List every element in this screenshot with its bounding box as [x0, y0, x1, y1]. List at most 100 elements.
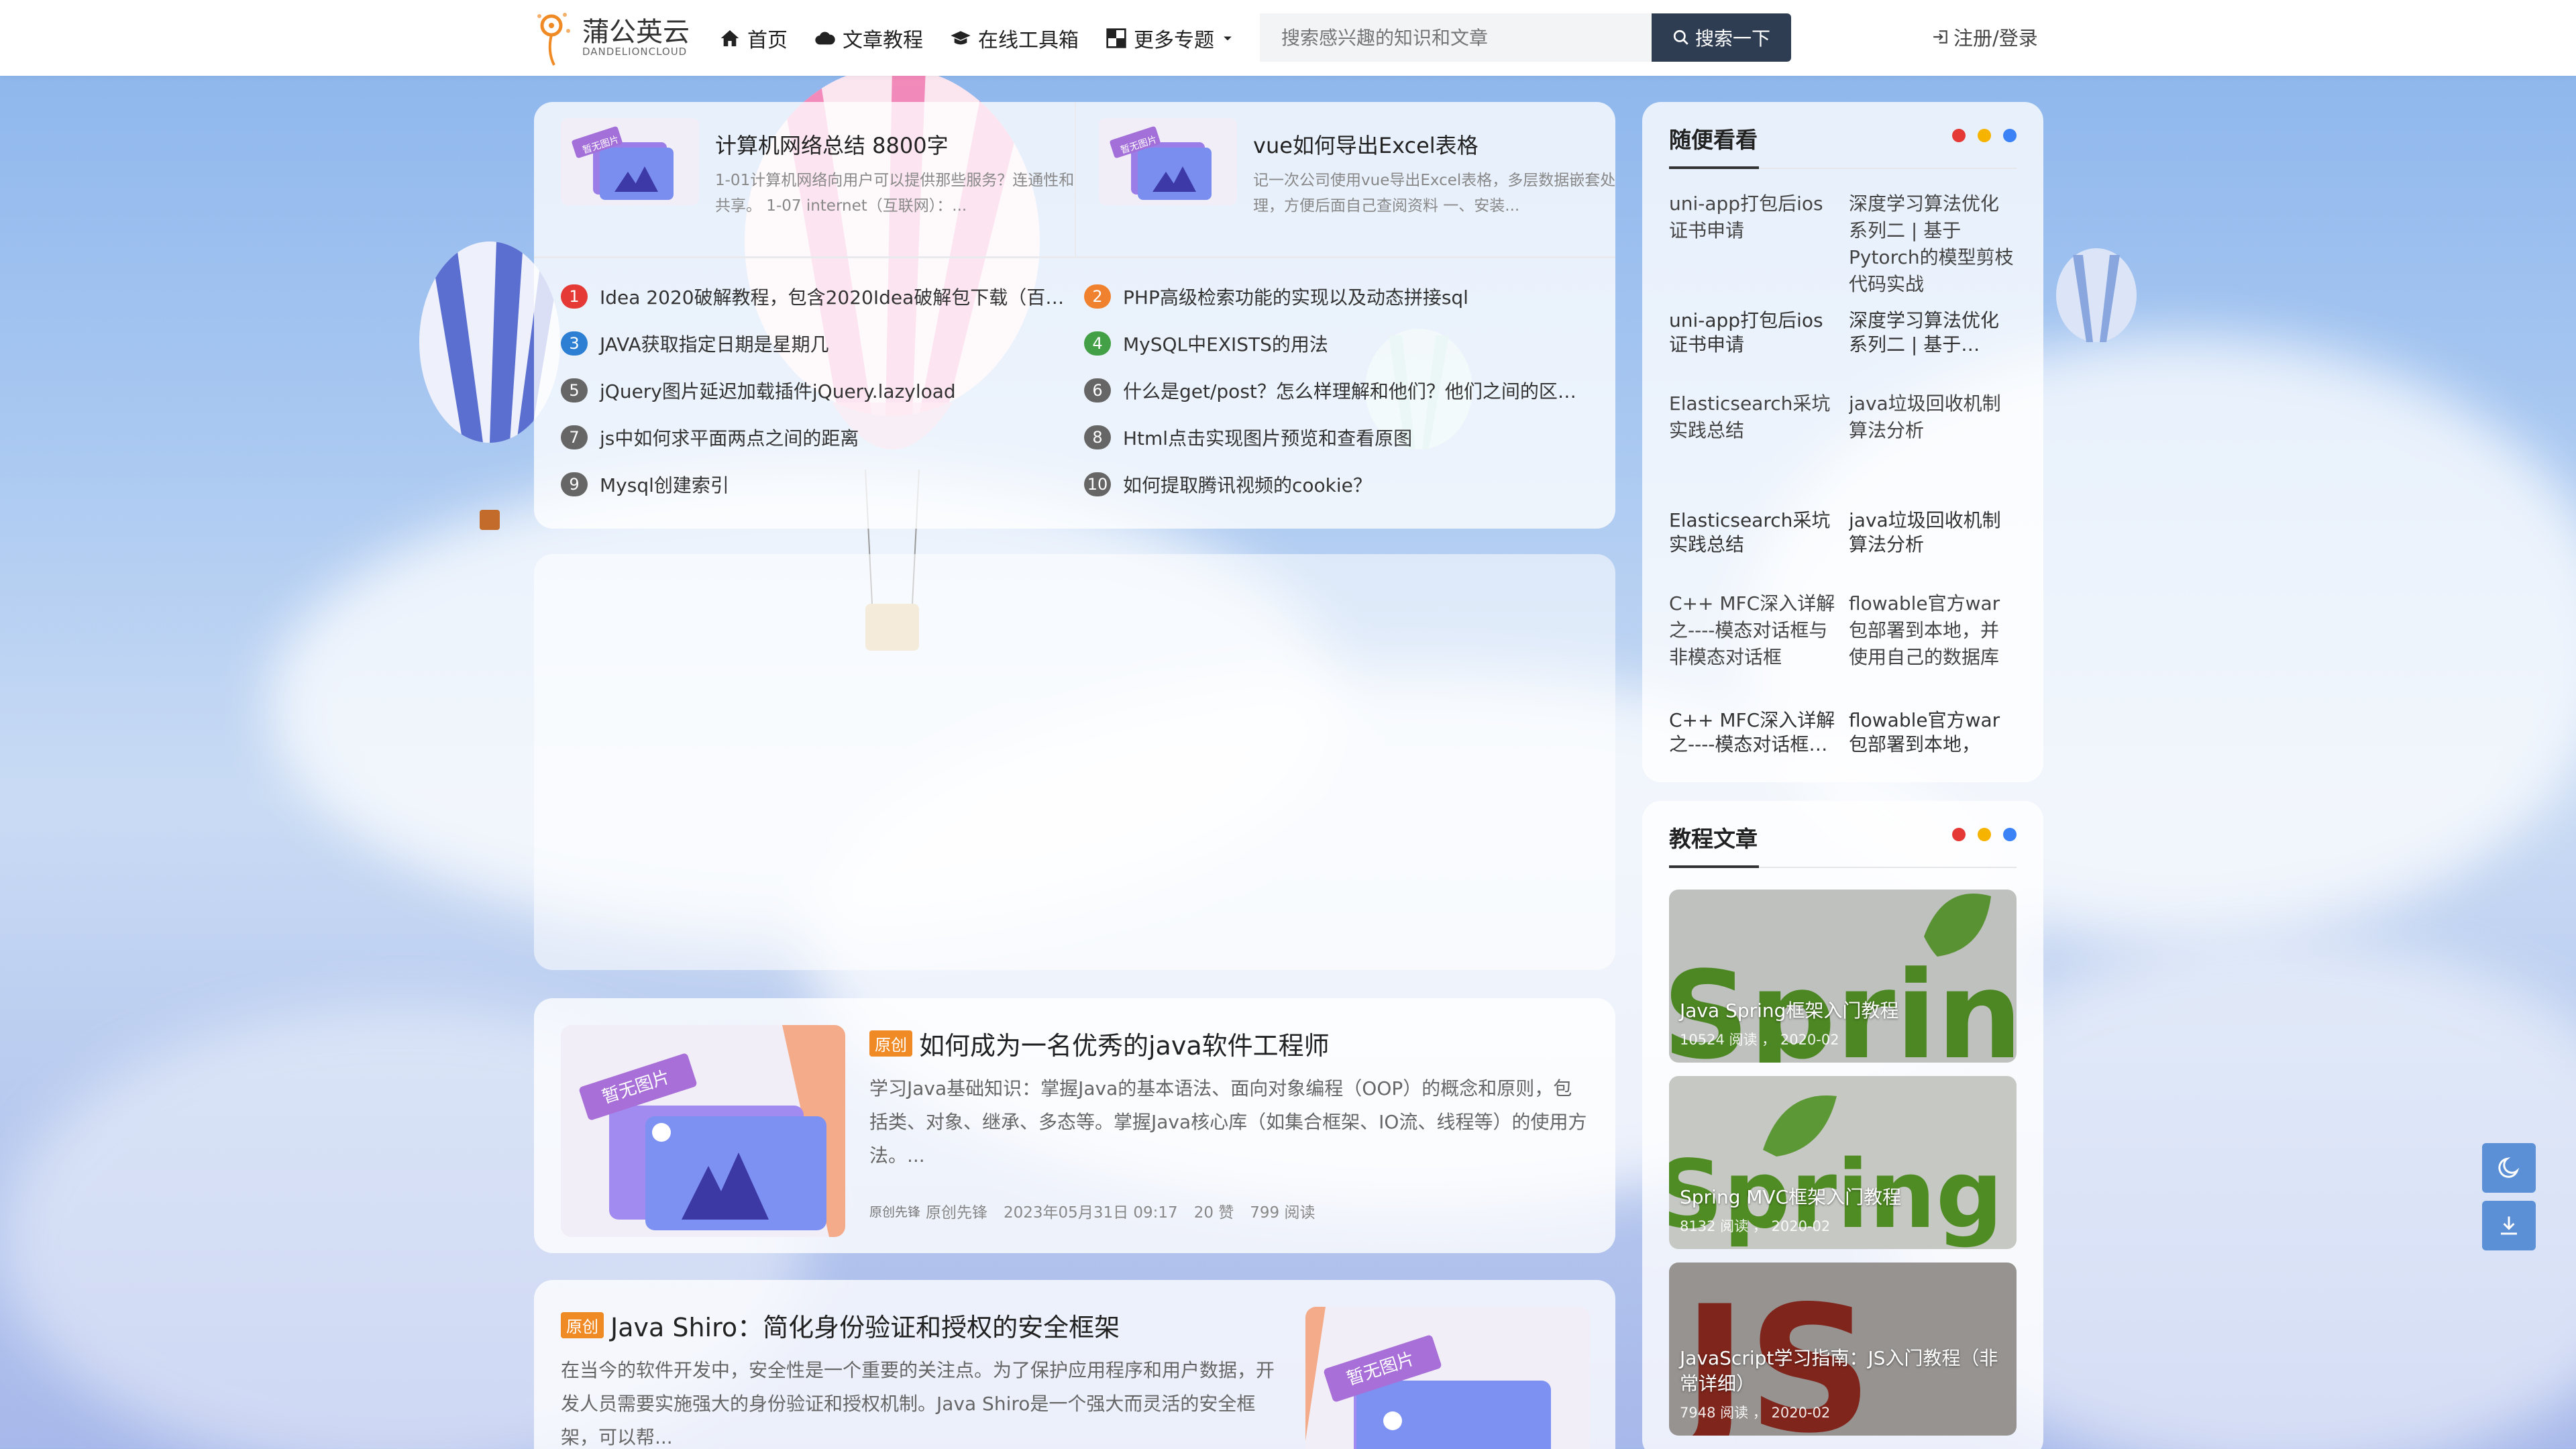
- ranking-item[interactable]: 8 Html点击实现图片预览和查看原图: [1084, 424, 1412, 451]
- random-post-title[interactable]: uni-app打包后ios证书申请: [1669, 309, 1837, 357]
- rank-badge: 1: [561, 284, 588, 309]
- ranking-item[interactable]: 10 如何提取腾讯视频的cookie？: [1084, 471, 1372, 498]
- random-post[interactable]: uni-app打包后ios证书申请 uni-app打包后ios证书申请: [1669, 191, 1837, 392]
- broken-image-alt[interactable]: Elasticsearch采坑实践总结: [1669, 390, 1837, 502]
- ranking-item[interactable]: 3 JAVA获取指定日期是星期几: [561, 330, 829, 357]
- random-post-title[interactable]: java垃圾回收机制算法分析: [1849, 508, 2017, 557]
- tutorial-meta: 8132 阅读 ， 2020-02: [1680, 1218, 1831, 1234]
- random-post[interactable]: Elasticsearch采坑实践总结 Elasticsearch采坑实践总结: [1669, 390, 1837, 592]
- publish-date: 2023年05月31日 09:17: [1004, 1204, 1178, 1222]
- article-thumbnail[interactable]: 暂无图片: [561, 1025, 845, 1237]
- rank-badge: 6: [1084, 378, 1111, 402]
- logo-text: 蒲公英云: [582, 17, 690, 48]
- article-title[interactable]: 原创 如何成为一名优秀的java软件工程师: [869, 1025, 1330, 1062]
- broken-image-alt[interactable]: flowable官方war包部署到本地，并使用自己的数据库: [1849, 590, 2017, 702]
- ranking-item[interactable]: 2 PHP高级检索功能的实现以及动态拼接sql: [1084, 283, 1468, 310]
- site-logo[interactable]: 蒲公英云 DANDELIONCLOUD: [531, 8, 690, 68]
- tutorial-card[interactable]: Spring Java Spring框架入门教程 10524 阅读 ， 2020…: [1669, 890, 2017, 1063]
- article-title-text[interactable]: 如何成为一名优秀的java软件工程师: [919, 1025, 1330, 1062]
- placeholder-image-icon: 暂无图片: [1099, 118, 1237, 205]
- rank-badge: 4: [1084, 331, 1111, 356]
- search-icon: [1673, 30, 1688, 45]
- hot-articles-card: 暂无图片 计算机网络总结 8800字 1-01计算机网络向用户可以提供那些服务？…: [534, 102, 1615, 529]
- ranking-link[interactable]: JAVA获取指定日期是星期几: [600, 330, 829, 357]
- rank-badge: 10: [1084, 472, 1111, 496]
- author[interactable]: 原创先锋 原创先锋: [869, 1199, 987, 1222]
- random-post[interactable]: flowable官方war包部署到本地，并使用自己的数据库 flowable官方w…: [1849, 590, 2017, 792]
- ranking-link[interactable]: 如何提取腾讯视频的cookie？: [1123, 471, 1372, 498]
- nav-more-label: 更多专题: [1134, 28, 1214, 52]
- article-thumbnail[interactable]: 暂无图片: [1305, 1307, 1590, 1449]
- random-posts-widget: 随便看看 uni-app打包后ios证书申请 uni-app打包后ios证书申请深…: [1642, 102, 2043, 782]
- login-label: 注册/登录: [1953, 27, 2038, 50]
- ranking-link[interactable]: jQuery图片延迟加载插件jQuery.lazyload: [600, 377, 956, 404]
- article-title[interactable]: 原创 Java Shiro：简化身份验证和授权的安全框架: [561, 1307, 1120, 1344]
- article-card[interactable]: 暂无图片 原创 如何成为一名优秀的java软件工程师 学习Java基础知识：掌握…: [534, 998, 1615, 1253]
- rank-badge: 5: [561, 378, 588, 402]
- download-button[interactable]: [2482, 1201, 2536, 1250]
- ranking-link[interactable]: js中如何求平面两点之间的距离: [600, 424, 859, 451]
- logo-subtext: DANDELIONCLOUD: [582, 46, 688, 58]
- nav-more-topics[interactable]: 更多专题: [1106, 23, 1234, 53]
- tutorial-title: Java Spring框架入门教程: [1680, 1000, 1899, 1022]
- nav-tools[interactable]: 在线工具箱: [950, 23, 1079, 53]
- main-nav: 首页 文章教程 在线工具箱 更多专题: [719, 0, 1234, 76]
- broken-image-alt[interactable]: java垃圾回收机制算法分析: [1849, 390, 2017, 502]
- featured-title[interactable]: 计算机网络总结 8800字: [715, 129, 1084, 160]
- broken-image-alt[interactable]: C++ MFC深入详解之----模态对话框与非模态对话框: [1669, 590, 1837, 702]
- random-post-title[interactable]: Elasticsearch采坑实践总结: [1669, 508, 1837, 557]
- ranking-item[interactable]: 1 Idea 2020破解教程，包含2020Idea破解包下载（百…: [561, 283, 1064, 310]
- broken-image-alt[interactable]: uni-app打包后ios证书申请: [1669, 191, 1837, 302]
- nav-articles[interactable]: 文章教程: [814, 23, 923, 53]
- widget-title-underline: [1669, 166, 1759, 169]
- random-post[interactable]: 深度学习算法优化系列二 | 基于Pytorch的模型剪枝代码实战深度学习算法优化…: [1849, 191, 2017, 392]
- random-post-title[interactable]: 深度学习算法优化系列二 | 基于…: [1849, 309, 2017, 357]
- random-post[interactable]: C++ MFC深入详解之----模态对话框与非模态对话框 C++ MFC深入详解之…: [1669, 590, 1837, 792]
- checkerboard-icon: [1106, 28, 1126, 48]
- ranking-item[interactable]: 6 什么是get/post？怎么样理解和他们？他们之间的区…: [1084, 377, 1576, 404]
- vertical-divider: [1075, 102, 1076, 256]
- login-link[interactable]: 注册/登录: [1932, 23, 2038, 51]
- article-title-text[interactable]: Java Shiro：简化身份验证和授权的安全框架: [610, 1307, 1120, 1344]
- dandelion-logo-icon: [537, 13, 570, 66]
- like-count: 20 赞: [1193, 1204, 1234, 1222]
- tutorial-title: Spring MVC框架入门教程: [1680, 1186, 1902, 1208]
- search-button[interactable]: 搜索一下: [1652, 13, 1791, 62]
- graduation-cap-icon: [951, 30, 971, 44]
- featured-article-1[interactable]: 暂无图片 计算机网络总结 8800字 1-01计算机网络向用户可以提供那些服务？…: [561, 118, 1084, 215]
- random-post-title[interactable]: C++ MFC深入详解之----模态对话框…: [1669, 708, 1837, 757]
- ranking-link[interactable]: Html点击实现图片预览和查看原图: [1123, 424, 1412, 451]
- tutorial-card[interactable]: JS JavaScript学习指南：JS入门教程（非常详细） 7948 阅读 ，…: [1669, 1263, 2017, 1436]
- random-post-title[interactable]: flowable官方war包部署到本地，并…: [1849, 708, 2017, 757]
- ranking-link[interactable]: 什么是get/post？怎么样理解和他们？他们之间的区…: [1123, 377, 1576, 404]
- download-icon: [2501, 1216, 2517, 1235]
- ranking-item[interactable]: 4 MySQL中EXISTS的用法: [1084, 330, 1328, 357]
- ranking-item[interactable]: 5 jQuery图片延迟加载插件jQuery.lazyload: [561, 377, 956, 404]
- placeholder-image-icon: 暂无图片: [561, 118, 699, 205]
- widget-title-underline: [1669, 865, 1759, 868]
- ranking-link[interactable]: PHP高级检索功能的实现以及动态拼接sql: [1123, 283, 1468, 310]
- search-input[interactable]: [1260, 13, 1652, 62]
- ranking-item[interactable]: 7 js中如何求平面两点之间的距离: [561, 424, 859, 451]
- rank-badge: 9: [561, 472, 588, 496]
- ranking-item[interactable]: 9 Mysql创建索引: [561, 471, 729, 498]
- ranking-link[interactable]: Idea 2020破解教程，包含2020Idea破解包下载（百…: [600, 283, 1064, 310]
- featured-desc: 记一次公司使用vue导出Excel表格，多层数据嵌套处理，方便后面自己查阅资料 …: [1253, 172, 1616, 215]
- tutorial-card[interactable]: Spring MVC Spring MVC框架入门教程 8132 阅读 ， 20…: [1669, 1076, 2017, 1249]
- read-count: 799 阅读: [1250, 1204, 1316, 1222]
- ranking-link[interactable]: Mysql创建索引: [600, 471, 729, 498]
- home-icon: [720, 30, 739, 46]
- featured-article-2[interactable]: 暂无图片 vue如何导出Excel表格 记一次公司使用vue导出Excel表格，…: [1099, 118, 1622, 215]
- avatar: 原创先锋: [869, 1204, 921, 1220]
- ad-placeholder: [534, 554, 1615, 970]
- article-card[interactable]: 原创 Java Shiro：简化身份验证和授权的安全框架 在当今的软件开发中，安…: [534, 1280, 1615, 1449]
- tutorials-widget: 教程文章 Spring Java Spring框架入门教程 10524 阅读 ，…: [1642, 801, 2043, 1449]
- broken-image-alt[interactable]: 深度学习算法优化系列二 | 基于Pytorch的模型剪枝代码实战: [1849, 191, 2017, 302]
- ranking-link[interactable]: MySQL中EXISTS的用法: [1123, 330, 1328, 357]
- featured-title[interactable]: vue如何导出Excel表格: [1253, 129, 1622, 160]
- small-balloon-right: [2056, 248, 2137, 342]
- nav-home[interactable]: 首页: [719, 23, 788, 53]
- original-tag: 原创: [561, 1312, 604, 1338]
- random-post[interactable]: java垃圾回收机制算法分析 java垃圾回收机制算法分析: [1849, 390, 2017, 592]
- dark-mode-button[interactable]: [2482, 1143, 2536, 1193]
